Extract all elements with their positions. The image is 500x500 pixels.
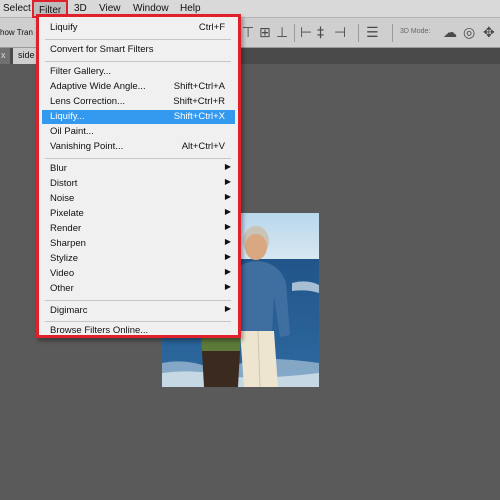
menu-item-adaptive-wide-angle[interactable]: Adaptive Wide Angle... Shift+Ctrl+A <box>42 80 235 94</box>
menu-separator <box>45 300 231 301</box>
toolbar-separator <box>294 24 295 42</box>
menu-select[interactable]: Select <box>3 3 31 14</box>
menu-item-label: Browse Filters Online... <box>50 325 149 336</box>
align-right-icon[interactable]: ⊣ <box>334 24 346 42</box>
menu-item-label: Vanishing Point... <box>50 141 124 152</box>
submenu-arrow-icon: ▶ <box>224 207 231 216</box>
menu-item-pixelate[interactable]: Pixelate ▶ <box>42 207 235 221</box>
submenu-arrow-icon: ▶ <box>224 304 231 313</box>
menu-item-distort[interactable]: Distort ▶ <box>42 177 235 191</box>
menu-item-stylize[interactable]: Stylize ▶ <box>42 252 235 266</box>
menu-item-other[interactable]: Other ▶ <box>42 282 235 296</box>
menu-separator <box>45 321 231 322</box>
menu-item-shortcut: Shift+Ctrl+A <box>173 81 225 92</box>
menu-window[interactable]: Window <box>133 3 169 14</box>
menu-separator <box>45 39 231 40</box>
menu-item-label: Liquify <box>50 22 78 33</box>
menu-item-label: Digimarc <box>50 305 88 316</box>
submenu-arrow-icon: ▶ <box>224 192 231 201</box>
rotate-3d-icon[interactable]: ☁ <box>443 24 457 42</box>
menu-item-label: Oil Paint... <box>50 126 94 137</box>
menu-item-label: Liquify... <box>50 111 85 122</box>
filter-menu: Liquify Ctrl+F Convert for Smart Filters… <box>36 14 241 338</box>
menu-item-label: Sharpen <box>50 238 86 249</box>
menu-item-label: Blur <box>50 163 67 174</box>
submenu-arrow-icon: ▶ <box>224 222 231 231</box>
menu-item-shortcut: Shift+Ctrl+R <box>173 96 225 107</box>
menu-item-video[interactable]: Video ▶ <box>42 267 235 281</box>
menu-item-label: Video <box>50 268 75 279</box>
menu-item-digimarc[interactable]: Digimarc ▶ <box>42 304 235 318</box>
menu-item-convert-smart-filters[interactable]: Convert for Smart Filters <box>42 43 235 57</box>
distribute-icon[interactable]: ☰ <box>366 24 379 42</box>
menu-item-shortcut: Alt+Ctrl+V <box>181 141 225 152</box>
menu-item-last-filter[interactable]: Liquify Ctrl+F <box>42 21 235 35</box>
menu-item-label: Render <box>50 223 82 234</box>
align-bottom-icon[interactable]: ⊥ <box>276 24 288 42</box>
menu-item-noise[interactable]: Noise ▶ <box>42 192 235 206</box>
toolbar-separator <box>392 24 393 42</box>
menu-item-label: Convert for Smart Filters <box>50 44 154 55</box>
menu-item-oil-paint[interactable]: Oil Paint... <box>42 125 235 139</box>
menu-item-label: Pixelate <box>50 208 84 219</box>
drag-3d-icon[interactable]: ✥ <box>483 24 495 42</box>
menu-item-blur[interactable]: Blur ▶ <box>42 162 235 176</box>
toolbar-separator <box>358 24 359 42</box>
menu-item-label: Other <box>50 283 74 294</box>
submenu-arrow-icon: ▶ <box>224 237 231 246</box>
roll-3d-icon[interactable]: ◎ <box>463 24 475 42</box>
menu-3d[interactable]: 3D <box>74 3 87 14</box>
align-vertical-center-icon[interactable]: ⊞ <box>259 24 271 42</box>
submenu-arrow-icon: ▶ <box>224 252 231 261</box>
menu-view[interactable]: View <box>99 3 121 14</box>
menu-item-vanishing-point[interactable]: Vanishing Point... Alt+Ctrl+V <box>42 140 235 154</box>
close-tab-icon[interactable]: x <box>0 48 10 64</box>
menu-separator <box>45 61 231 62</box>
menu-item-label: Lens Correction... <box>50 96 125 107</box>
submenu-arrow-icon: ▶ <box>224 177 231 186</box>
menu-separator <box>45 158 231 159</box>
menu-item-sharpen[interactable]: Sharpen ▶ <box>42 237 235 251</box>
show-transform-label[interactable]: how Tran <box>0 28 33 37</box>
menu-item-filter-gallery[interactable]: Filter Gallery... <box>42 65 235 79</box>
menu-item-render[interactable]: Render ▶ <box>42 222 235 236</box>
menu-item-liquify[interactable]: Liquify... Shift+Ctrl+X <box>42 110 235 124</box>
menu-item-label: Stylize <box>50 253 78 264</box>
menu-item-lens-correction[interactable]: Lens Correction... Shift+Ctrl+R <box>42 95 235 109</box>
menu-item-label: Noise <box>50 193 75 204</box>
3d-mode-label: 3D Mode: <box>400 28 431 35</box>
menu-item-label: Filter Gallery... <box>50 66 112 77</box>
menu-item-label: Distort <box>50 178 78 189</box>
submenu-arrow-icon: ▶ <box>224 282 231 291</box>
menu-item-browse-filters-online[interactable]: Browse Filters Online... <box>42 324 235 338</box>
submenu-arrow-icon: ▶ <box>224 267 231 276</box>
menu-item-shortcut: Shift+Ctrl+X <box>173 111 225 122</box>
align-left-icon[interactable]: ⊢ <box>300 24 312 42</box>
menu-item-shortcut: Ctrl+F <box>198 22 225 33</box>
menu-help[interactable]: Help <box>180 3 201 14</box>
submenu-arrow-icon: ▶ <box>224 162 231 171</box>
menu-item-label: Adaptive Wide Angle... <box>50 81 146 92</box>
align-horizontal-center-icon[interactable]: ‡ <box>317 24 324 42</box>
align-top-icon[interactable]: ⊤ <box>242 24 254 42</box>
